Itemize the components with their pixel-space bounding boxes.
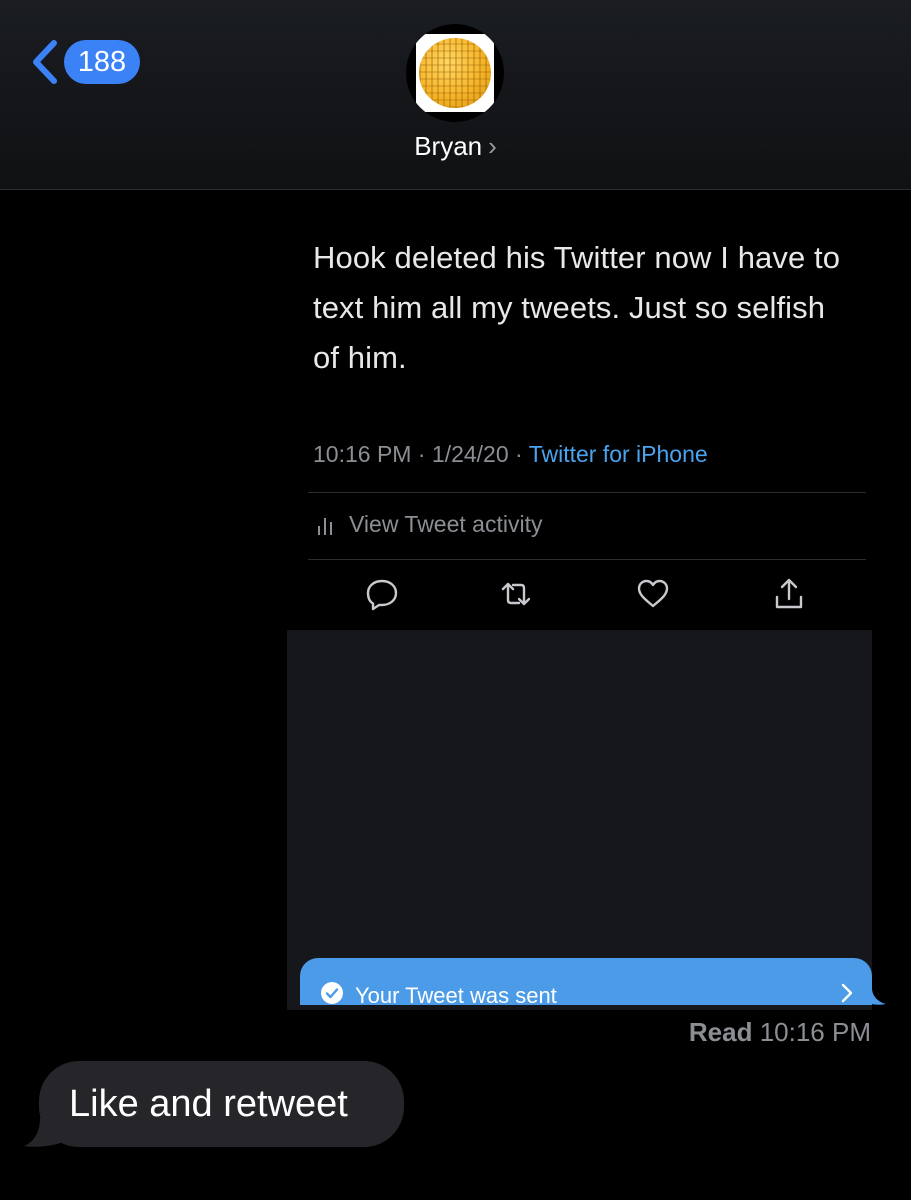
share-icon [775, 578, 803, 609]
chevron-right-icon: › [488, 131, 497, 161]
divider [308, 492, 866, 493]
chevron-left-icon [33, 40, 57, 84]
tweet-source: Twitter for iPhone [528, 441, 708, 467]
contact-name-button[interactable]: Bryan › [0, 131, 911, 162]
check-circle-icon [321, 982, 343, 1004]
avatar-photo [416, 34, 494, 112]
read-status: Read [688, 1017, 753, 1047]
tweet-actions [287, 577, 872, 617]
toast-label: Your Tweet was sent [355, 983, 557, 1005]
like-icon [637, 579, 669, 608]
tweet-empty-area [287, 630, 872, 1010]
unread-count-badge: 188 [64, 40, 140, 84]
reply-icon [366, 579, 398, 611]
incoming-message-text: Like and retweet [69, 1082, 348, 1125]
view-tweet-activity: View Tweet activity [317, 511, 542, 538]
contact-avatar[interactable] [406, 24, 504, 122]
message-tail [860, 988, 886, 1005]
tweet-sent-toast: Your Tweet was sent [300, 958, 872, 1005]
activity-label: View Tweet activity [349, 511, 543, 537]
tweet-time: 10:16 PM [313, 441, 412, 467]
chevron-right-icon [841, 983, 853, 1003]
retweet-icon [501, 582, 531, 606]
tweet-text: Hook deleted his Twitter now I have to t… [313, 240, 841, 375]
avatar-image [419, 38, 491, 108]
tweet-screenshot-message[interactable]: Hook deleted his Twitter now I have to t… [287, 205, 872, 1010]
conversation-header: 188 Bryan › [0, 0, 911, 190]
incoming-message-bubble[interactable]: Like and retweet [39, 1061, 404, 1147]
activity-bars-icon [318, 517, 332, 535]
tweet-date: 1/24/20 [431, 441, 509, 467]
contact-name: Bryan [414, 131, 483, 161]
back-button[interactable]: 188 [28, 38, 140, 86]
tweet-meta: 10:16 PM · 1/24/20 · Twitter for iPhone [313, 441, 708, 467]
read-time: 10:16 PM [759, 1017, 871, 1047]
read-receipt: Read 10:16 PM [689, 1017, 871, 1048]
divider [308, 559, 866, 560]
